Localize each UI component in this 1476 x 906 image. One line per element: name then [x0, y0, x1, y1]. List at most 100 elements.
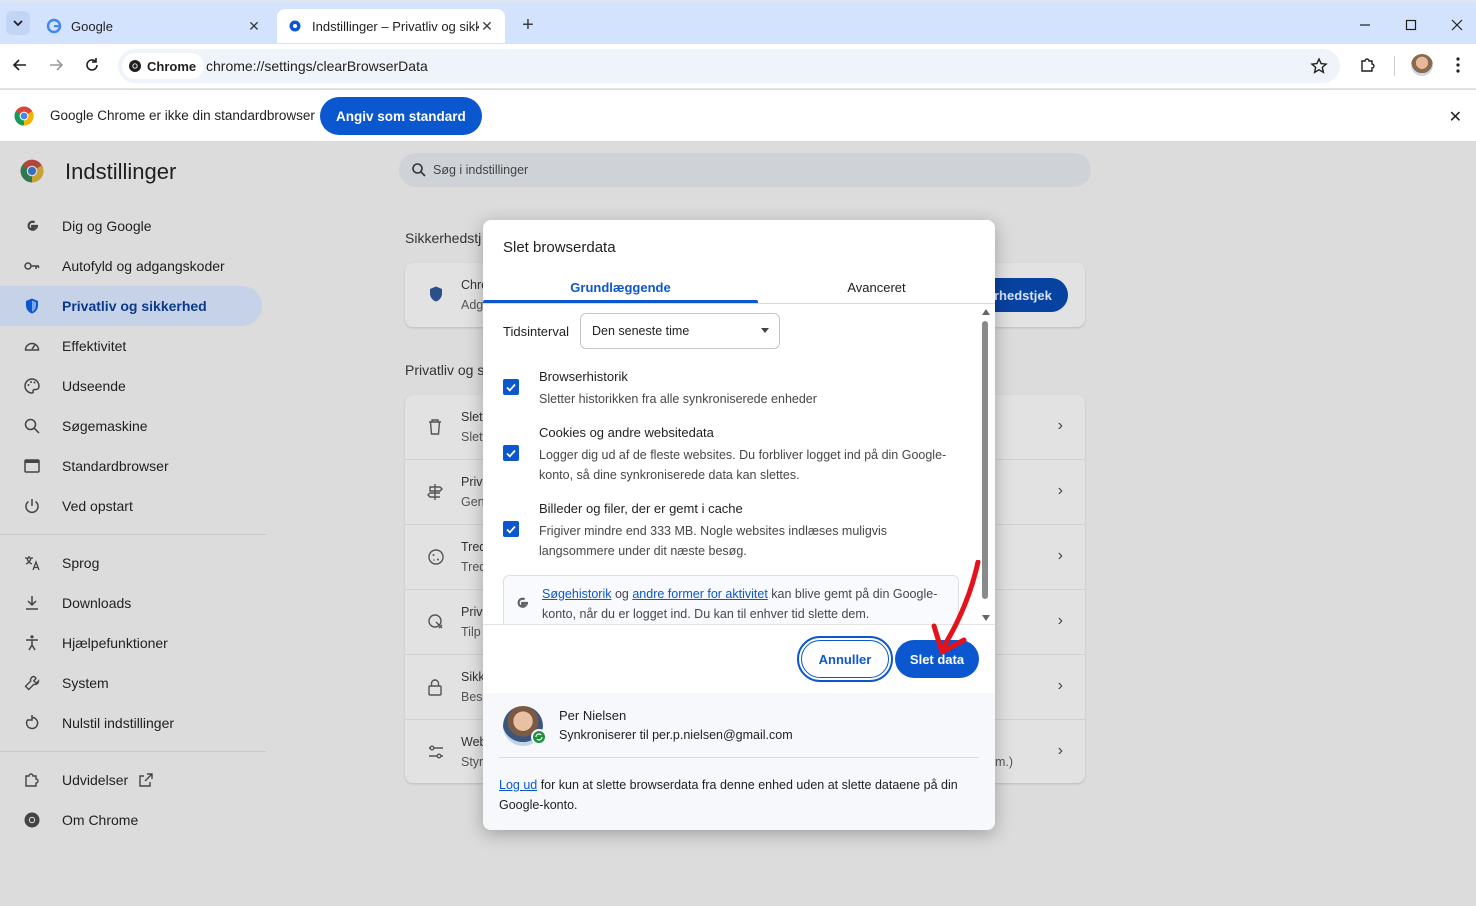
scroll-up-arrow-icon[interactable] [982, 309, 990, 315]
infobar-message: Google Chrome er ikke din standardbrowse… [50, 108, 315, 123]
maximize-button[interactable] [1396, 13, 1426, 37]
arrow-right-icon [50, 59, 64, 71]
sidebar-item-default-browser[interactable]: Standardbrowser [0, 446, 270, 486]
tab-title: Google [71, 18, 113, 34]
sidebar-item-accessibility[interactable]: Hjælpefunktioner [0, 623, 270, 663]
sidebar-item-downloads[interactable]: Downloads [0, 583, 270, 623]
shield-icon [22, 296, 42, 316]
dialog-tabs: Grundlæggende Avanceret [483, 270, 995, 304]
google-g-icon [46, 18, 62, 34]
safety-check-button[interactable]: rhedstjek [990, 278, 1068, 312]
minimize-button[interactable] [1350, 13, 1380, 37]
clear-browsing-data-dialog: Slet browserdata Grundlæggende Avanceret… [483, 220, 995, 830]
chrome-logo-icon [14, 106, 34, 126]
scrollbar-thumb[interactable] [982, 321, 988, 599]
settings-search[interactable]: Søg i indstillinger [399, 153, 1091, 187]
time-range-select[interactable]: Den seneste time [580, 313, 780, 349]
power-icon [22, 496, 42, 516]
other-activity-link[interactable]: andre former for aktivitet [632, 587, 767, 601]
chevron-down-icon [13, 20, 23, 27]
tab-search-button[interactable] [6, 11, 30, 35]
chevron-right-icon: › [1057, 677, 1063, 694]
checkbox-cache[interactable] [503, 521, 519, 537]
time-range-value: Den seneste time [592, 324, 690, 338]
option-cookies: Cookies og andre websitedata Logger dig … [503, 425, 963, 493]
sign-out-link[interactable]: Log ud [499, 778, 537, 792]
site-info-chip[interactable]: Chrome [122, 53, 205, 79]
sidebar-item-performance[interactable]: Effektivitet [0, 326, 270, 366]
sidebar-item-reset[interactable]: Nulstil indstillinger [0, 703, 270, 743]
checkbox-cookies[interactable] [503, 445, 519, 461]
google-activity-notice: Søgehistorik og andre former for aktivit… [503, 575, 959, 625]
sidebar-divider [0, 751, 266, 752]
checkmark-icon [506, 383, 516, 392]
download-icon [22, 593, 42, 613]
toolbar-divider [1394, 56, 1395, 76]
profile-avatar[interactable] [1411, 54, 1433, 76]
arrow-left-icon [12, 59, 26, 71]
dialog-scroll-area[interactable]: Tidsinterval Den seneste time Browserhis… [483, 305, 995, 625]
account-sync-status: Synkroniserer til per.p.nielsen@gmail.co… [559, 728, 793, 742]
reload-icon [86, 58, 98, 71]
menu-button[interactable] [1446, 53, 1470, 77]
privacy-row-title: Slet [461, 410, 483, 424]
option-description: Logger dig ud af de fleste websites. Du … [539, 448, 947, 482]
chevron-right-icon: › [1057, 742, 1063, 759]
external-link-icon [139, 773, 153, 787]
star-icon[interactable] [1310, 57, 1328, 75]
chevron-right-icon: › [1057, 482, 1063, 499]
extensions-button[interactable] [1356, 53, 1380, 77]
close-icon[interactable]: ✕ [1449, 107, 1462, 127]
accessibility-icon [22, 633, 42, 653]
annotation-arrow-icon [931, 560, 981, 655]
sidebar-item-languages[interactable]: Sprog [0, 543, 270, 583]
back-button[interactable] [8, 53, 32, 77]
reload-button[interactable] [80, 53, 104, 77]
set-default-button[interactable]: Angiv som standard [320, 97, 482, 135]
sidebar-item-extensions[interactable]: Udvidelser [0, 760, 270, 800]
sidebar-item-appearance[interactable]: Udseende [0, 366, 270, 406]
privacy-row-title: Priv [461, 475, 483, 489]
option-cache: Billeder og filer, der er gemt i cache F… [503, 501, 963, 569]
checkmark-icon [506, 525, 516, 534]
close-icon[interactable]: ✕ [246, 18, 262, 34]
sidebar-item-autofill[interactable]: Autofyld og adgangskoder [0, 246, 270, 286]
google-g-icon [517, 597, 529, 608]
search-history-link[interactable]: Søgehistorik [542, 587, 611, 601]
sidebar-item-system[interactable]: System [0, 663, 270, 703]
close-icon [1451, 19, 1463, 31]
option-title: Cookies og andre websitedata [539, 425, 714, 440]
sidebar-item-search-engine[interactable]: Søgemaskine [0, 406, 270, 446]
speedometer-icon [22, 336, 42, 356]
checkbox-browsing-history[interactable] [503, 379, 519, 395]
option-description: Sletter historikken fra alle synkroniser… [539, 392, 817, 406]
cancel-button[interactable]: Annuller [797, 636, 893, 682]
close-window-button[interactable] [1442, 13, 1472, 37]
new-tab-button[interactable]: + [516, 13, 540, 37]
section-heading-privacy: Privatliv og s [405, 362, 485, 378]
lock-icon [428, 679, 442, 696]
sidebar-item-you-and-google[interactable]: Dig og Google [0, 206, 270, 246]
chrome-icon [129, 60, 141, 72]
option-browsing-history: Browserhistorik Sletter historikken fra … [503, 369, 963, 417]
sidebar-item-label: Udvidelser [62, 772, 129, 788]
settings-sidebar: Dig og Google Autofyld og adgangskoder P… [0, 206, 270, 840]
tab-basic[interactable]: Grundlæggende [483, 270, 758, 304]
sidebar-item-label: Udseende [62, 378, 126, 394]
tab-google[interactable]: Google ✕ [36, 9, 272, 43]
search-icon [412, 163, 426, 177]
minimize-icon [1360, 24, 1370, 26]
sidebar-item-on-startup[interactable]: Ved opstart [0, 486, 270, 526]
address-bar[interactable]: Chrome chrome://settings/clearBrowserDat… [118, 49, 1340, 83]
sidebar-item-label: Standardbrowser [62, 458, 169, 474]
forward-button[interactable] [44, 53, 68, 77]
sidebar-item-privacy[interactable]: Privatliv og sikkerhed [0, 286, 262, 326]
close-icon[interactable]: ✕ [479, 18, 495, 34]
sidebar-item-about-chrome[interactable]: Om Chrome [0, 800, 270, 840]
signpost-icon [427, 484, 443, 500]
chip-label: Chrome [147, 58, 197, 74]
tab-settings[interactable]: Indstillinger – Privatliv og sikkerhed ✕ [277, 9, 505, 43]
key-icon [22, 256, 42, 276]
url-text[interactable]: chrome://settings/clearBrowserData [206, 58, 428, 74]
tab-advanced[interactable]: Avanceret [758, 270, 995, 304]
